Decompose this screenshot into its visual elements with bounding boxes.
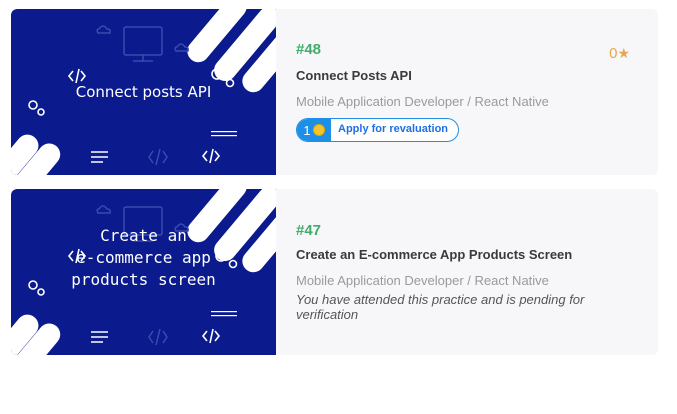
- apply-revaluation-button[interactable]: 1 Apply for revaluation: [296, 118, 459, 142]
- thumbnail-title: Connect posts API: [75, 83, 212, 101]
- practice-number: #48: [296, 41, 322, 58]
- practice-number: #47: [296, 222, 322, 239]
- coin-cost-value: 1: [303, 122, 311, 138]
- practice-thumbnail[interactable]: Connect posts API: [11, 9, 276, 175]
- coin-cost: 1: [297, 119, 331, 141]
- thumbnail-title: Create an e-commerce app products screen: [71, 226, 216, 289]
- practice-info: #47 Create an E-commerce App Products Sc…: [296, 189, 658, 355]
- practice-title[interactable]: Create an E-commerce App Products Screen: [296, 247, 572, 262]
- practice-thumbnail[interactable]: Create an e-commerce app products screen: [11, 189, 276, 355]
- practice-card-48[interactable]: Connect posts API #48 Connect Posts API …: [11, 9, 658, 175]
- practice-info: #48 Connect Posts API Mobile Application…: [296, 9, 658, 175]
- practice-track: Mobile Application Developer / React Nat…: [296, 273, 549, 288]
- score: 0★: [609, 45, 630, 62]
- coin-icon: [312, 124, 325, 136]
- practice-card-47[interactable]: Create an e-commerce app products screen…: [11, 189, 658, 355]
- star-icon: ★: [617, 45, 630, 61]
- pending-status-note: You have attended this practice and is p…: [296, 292, 585, 322]
- practice-title[interactable]: Connect Posts API: [296, 68, 412, 83]
- apply-revaluation-label: Apply for revaluation: [338, 123, 449, 135]
- practice-track: Mobile Application Developer / React Nat…: [296, 94, 549, 109]
